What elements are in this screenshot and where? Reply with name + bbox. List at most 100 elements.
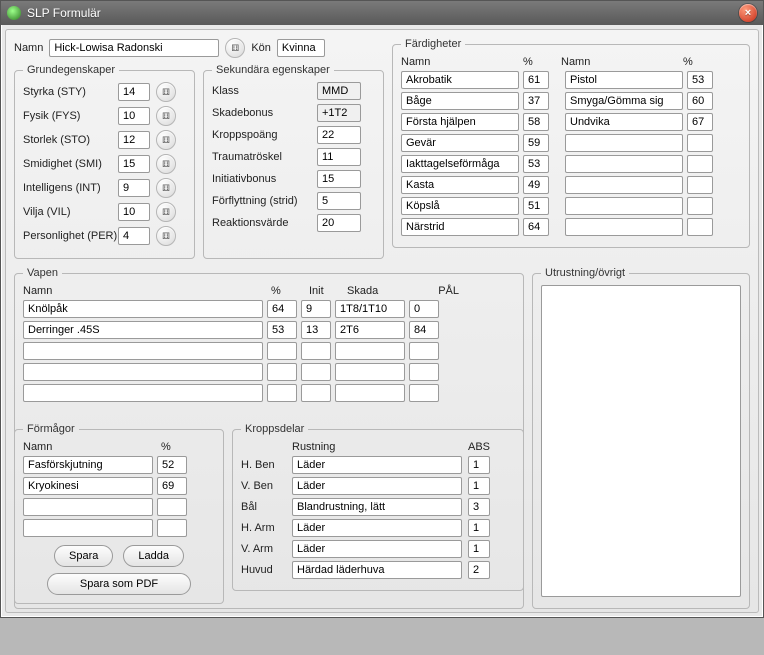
dice-icon[interactable]: ⚅ xyxy=(156,178,176,198)
weapon-pal[interactable] xyxy=(409,321,439,339)
skill-pct[interactable] xyxy=(687,71,713,89)
armor-input[interactable] xyxy=(292,519,462,537)
ability-name[interactable] xyxy=(23,477,153,495)
ability-pct[interactable] xyxy=(157,456,187,474)
grund-value[interactable] xyxy=(118,179,150,197)
weapon-pal[interactable] xyxy=(409,342,439,360)
weapon-name[interactable] xyxy=(23,363,263,381)
weapon-damage[interactable] xyxy=(335,300,405,318)
weapon-name[interactable] xyxy=(23,321,263,339)
weapon-pct[interactable] xyxy=(267,300,297,318)
dice-icon[interactable]: ⚅ xyxy=(156,82,176,102)
sek-value[interactable] xyxy=(317,214,361,232)
armor-input[interactable] xyxy=(292,561,462,579)
skill-pct[interactable] xyxy=(687,155,713,173)
skill-name[interactable] xyxy=(565,197,683,215)
sek-value[interactable] xyxy=(317,148,361,166)
skill-pct[interactable] xyxy=(687,176,713,194)
name-input[interactable] xyxy=(49,39,219,57)
weapon-init[interactable] xyxy=(301,321,331,339)
ability-name[interactable] xyxy=(23,456,153,474)
skill-name[interactable] xyxy=(401,71,519,89)
skill-name[interactable] xyxy=(401,218,519,236)
skill-name[interactable] xyxy=(401,155,519,173)
skill-pct[interactable] xyxy=(687,113,713,131)
armor-input[interactable] xyxy=(292,540,462,558)
weapon-name[interactable] xyxy=(23,342,263,360)
weapon-name[interactable] xyxy=(23,300,263,318)
skill-pct[interactable] xyxy=(523,176,549,194)
close-button[interactable]: × xyxy=(739,4,757,22)
weapon-pal[interactable] xyxy=(409,363,439,381)
grund-value[interactable] xyxy=(118,227,150,245)
skill-name[interactable] xyxy=(401,134,519,152)
abs-input[interactable] xyxy=(468,456,490,474)
sek-value[interactable] xyxy=(317,82,361,100)
skill-pct[interactable] xyxy=(523,155,549,173)
abs-input[interactable] xyxy=(468,498,490,516)
skill-pct[interactable] xyxy=(687,218,713,236)
titlebar[interactable]: SLP Formulär × xyxy=(1,1,763,25)
utr-textarea[interactable] xyxy=(541,285,741,597)
grund-value[interactable] xyxy=(118,203,150,221)
skill-pct[interactable] xyxy=(523,71,549,89)
abs-input[interactable] xyxy=(468,540,490,558)
grund-value[interactable] xyxy=(118,155,150,173)
skill-name[interactable] xyxy=(565,71,683,89)
sek-value[interactable] xyxy=(317,126,361,144)
armor-input[interactable] xyxy=(292,456,462,474)
skill-pct[interactable] xyxy=(523,218,549,236)
ability-name[interactable] xyxy=(23,519,153,537)
weapon-damage[interactable] xyxy=(335,342,405,360)
skill-name[interactable] xyxy=(401,113,519,131)
weapon-pct[interactable] xyxy=(267,321,297,339)
abs-input[interactable] xyxy=(468,519,490,537)
armor-input[interactable] xyxy=(292,498,462,516)
sek-value[interactable] xyxy=(317,170,361,188)
weapon-init[interactable] xyxy=(301,384,331,402)
grund-value[interactable] xyxy=(118,83,150,101)
weapon-damage[interactable] xyxy=(335,321,405,339)
skill-name[interactable] xyxy=(565,218,683,236)
skill-pct[interactable] xyxy=(523,134,549,152)
dice-icon[interactable]: ⚅ xyxy=(156,226,176,246)
ability-name[interactable] xyxy=(23,498,153,516)
weapon-damage[interactable] xyxy=(335,384,405,402)
dice-icon[interactable]: ⚅ xyxy=(225,38,245,58)
weapon-pct[interactable] xyxy=(267,363,297,381)
pdf-button[interactable]: Spara som PDF xyxy=(47,573,191,595)
skill-pct[interactable] xyxy=(687,134,713,152)
skill-name[interactable] xyxy=(401,92,519,110)
dice-icon[interactable]: ⚅ xyxy=(156,154,176,174)
weapon-pal[interactable] xyxy=(409,384,439,402)
weapon-init[interactable] xyxy=(301,300,331,318)
abs-input[interactable] xyxy=(468,477,490,495)
armor-input[interactable] xyxy=(292,477,462,495)
skill-name[interactable] xyxy=(565,92,683,110)
weapon-damage[interactable] xyxy=(335,363,405,381)
save-button[interactable]: Spara xyxy=(54,545,113,567)
ability-pct[interactable] xyxy=(157,498,187,516)
dice-icon[interactable]: ⚅ xyxy=(156,202,176,222)
gender-input[interactable] xyxy=(277,39,325,57)
skill-name[interactable] xyxy=(565,155,683,173)
grund-value[interactable] xyxy=(118,107,150,125)
skill-pct[interactable] xyxy=(687,197,713,215)
weapon-pct[interactable] xyxy=(267,342,297,360)
weapon-name[interactable] xyxy=(23,384,263,402)
skill-pct[interactable] xyxy=(687,92,713,110)
weapon-pct[interactable] xyxy=(267,384,297,402)
skill-pct[interactable] xyxy=(523,197,549,215)
skill-name[interactable] xyxy=(401,197,519,215)
ability-pct[interactable] xyxy=(157,519,187,537)
skill-pct[interactable] xyxy=(523,92,549,110)
ability-pct[interactable] xyxy=(157,477,187,495)
skill-name[interactable] xyxy=(401,176,519,194)
grund-value[interactable] xyxy=(118,131,150,149)
sek-value[interactable] xyxy=(317,192,361,210)
weapon-init[interactable] xyxy=(301,342,331,360)
skill-name[interactable] xyxy=(565,113,683,131)
load-button[interactable]: Ladda xyxy=(123,545,184,567)
abs-input[interactable] xyxy=(468,561,490,579)
skill-pct[interactable] xyxy=(523,113,549,131)
